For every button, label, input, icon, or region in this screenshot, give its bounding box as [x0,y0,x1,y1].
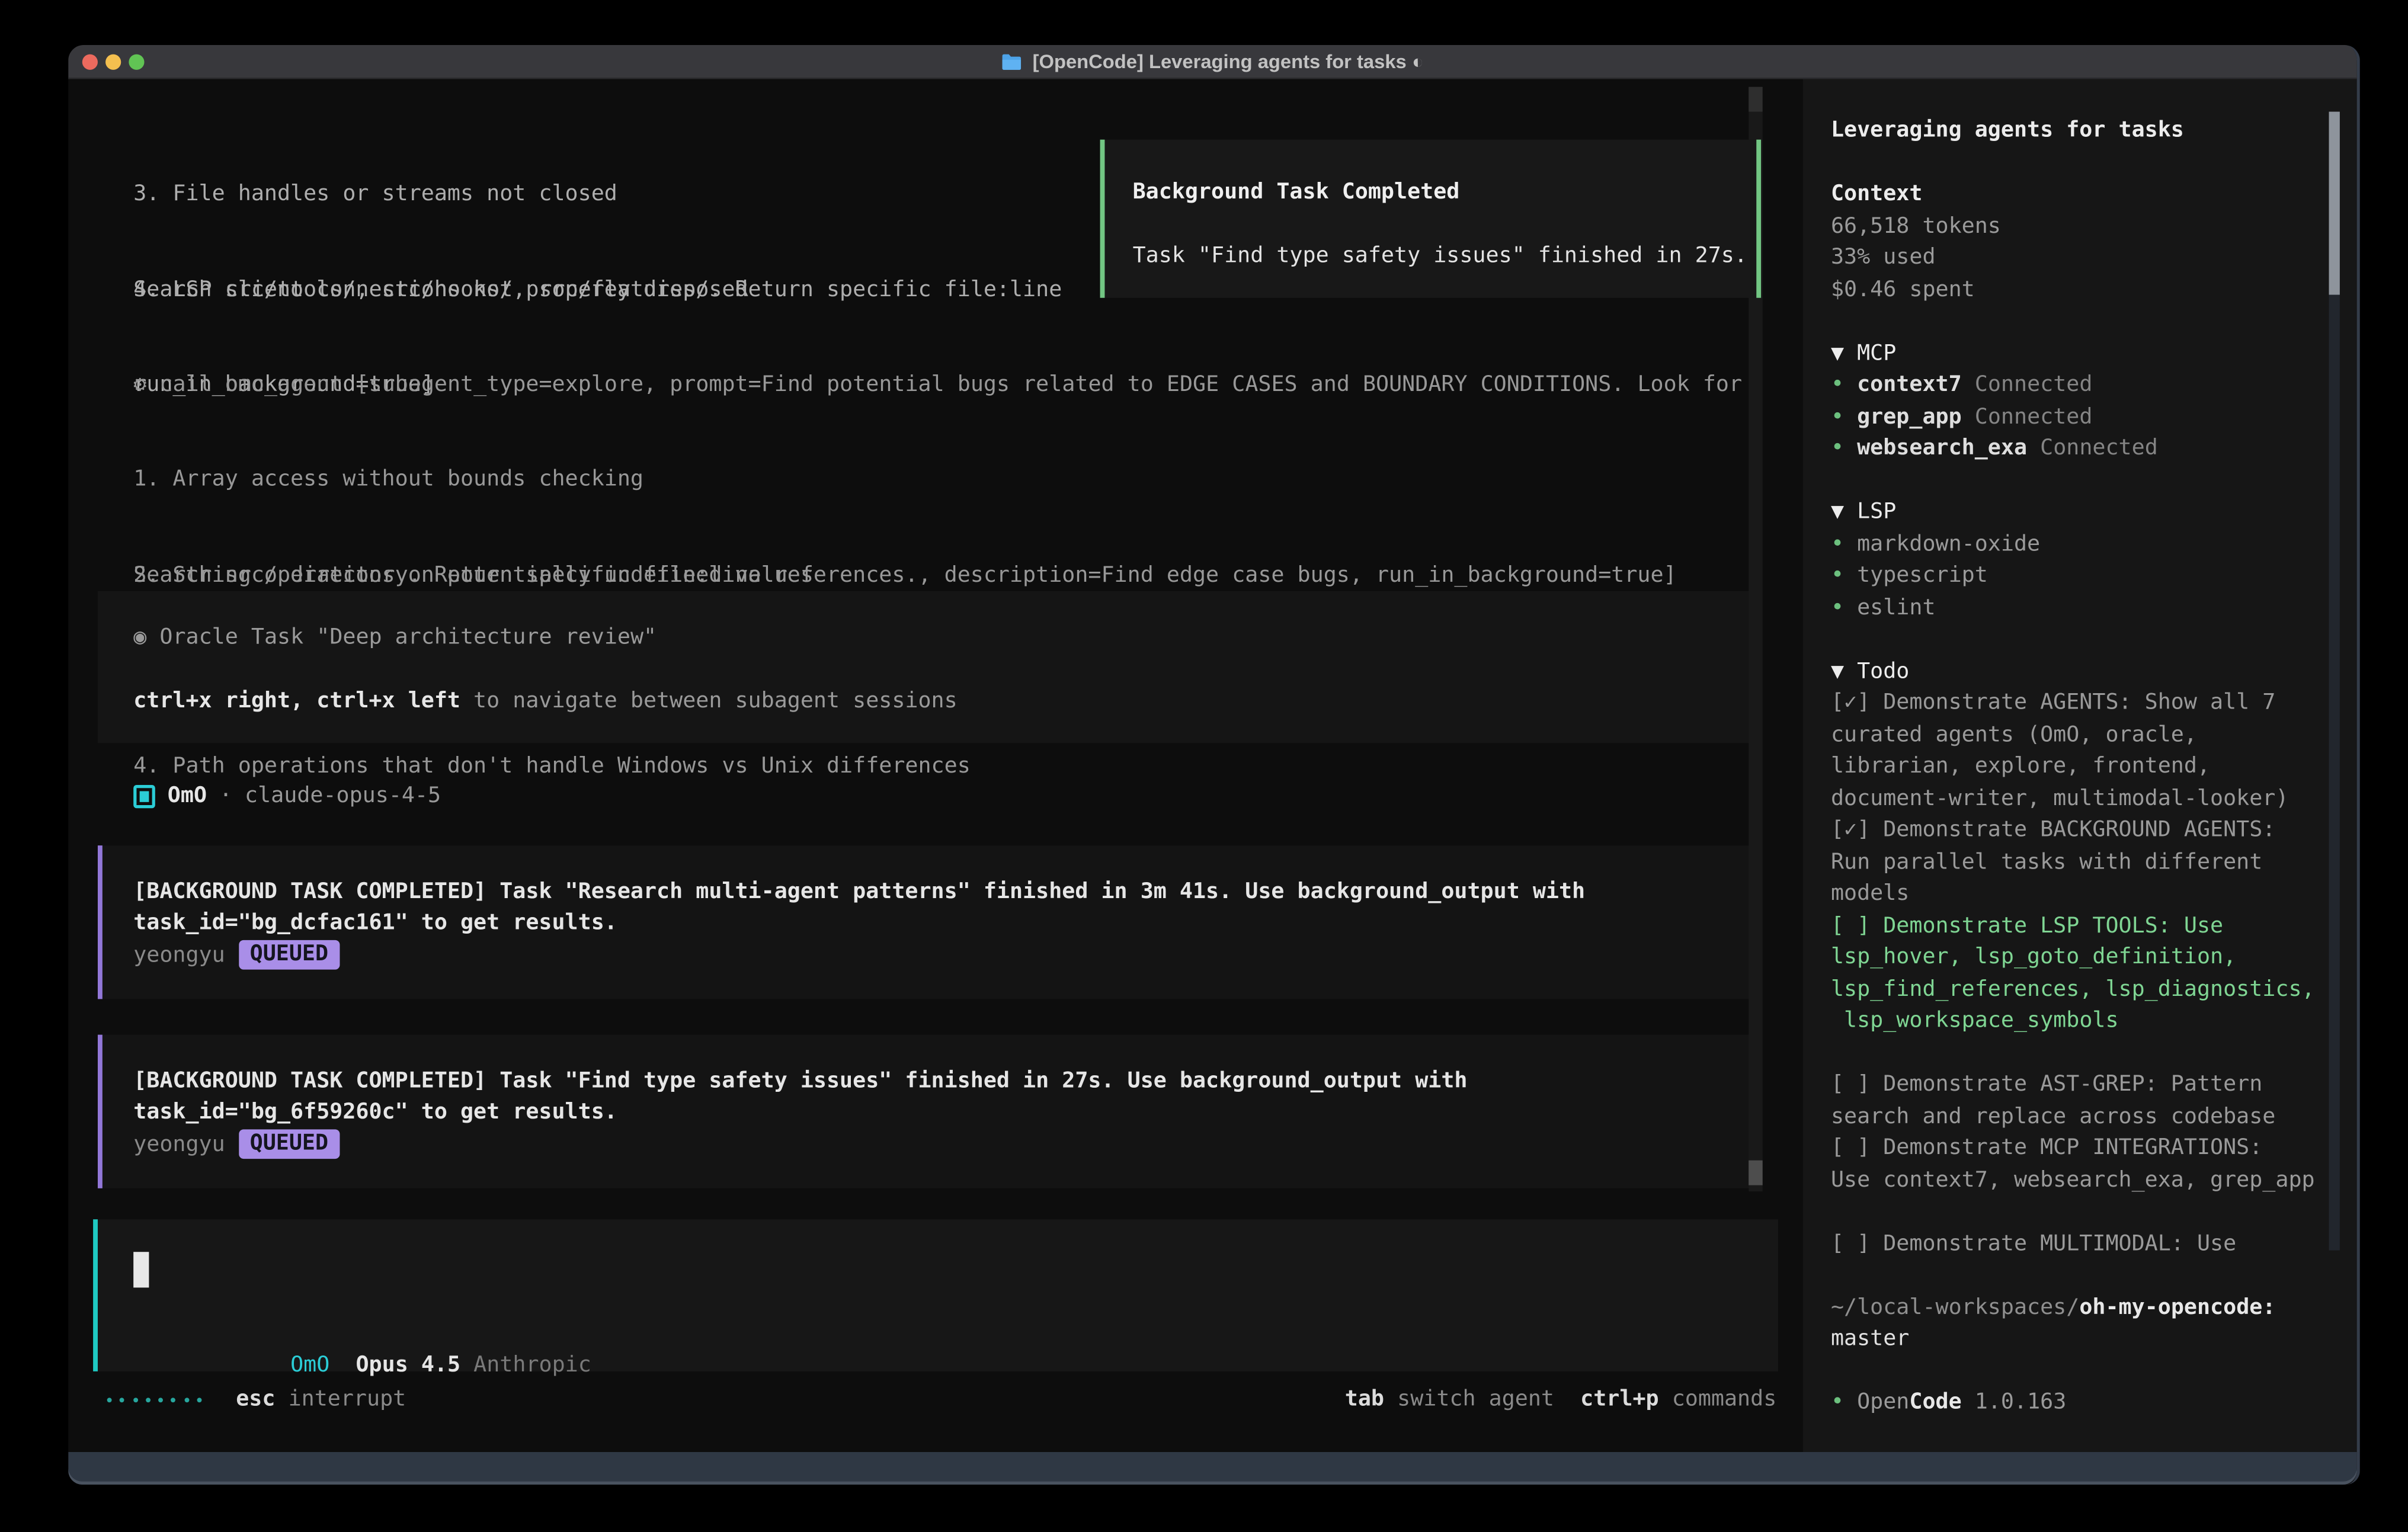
tool-call-item: 4. Path operations that don't handle Win… [133,750,1742,782]
tool-call-head: call_omo_agent [subagent_type=explore, p… [159,371,1742,396]
lsp-item: typescript [1831,560,2327,592]
spinner-dots-icon [107,1398,202,1402]
separator-dot: · [219,780,232,812]
lsp-section-header[interactable]: LSP [1831,496,2327,528]
agent-model: claude-opus-4-5 [245,780,441,812]
background-task-message: [BACKGROUND TASK COMPLETED] Task "Resear… [98,845,1751,999]
background-task-message: [BACKGROUND TASK COMPLETED] Task "Find t… [98,1035,1751,1188]
folder-icon [1001,52,1023,70]
mcp-item: grep_app Connected [1831,401,2327,433]
tool-call-item: 1. Array access without bounds checking [133,464,1742,496]
context-spent: $0.46 spent [1831,274,2327,306]
titlebar[interactable]: [OpenCode] Leveraging agents for tasks ◐ [68,45,2356,79]
oracle-task-panel: ◉ Oracle Task "Deep architecture review"… [98,591,1751,743]
mcp-item: context7 Connected [1831,369,2327,401]
desktop: [OpenCode] Leveraging agents for tasks ◐… [0,0,2408,1532]
context-heading: Context [1831,178,2327,210]
session-sidebar: Leveraging agents for tasks Context 66,5… [1803,79,2357,1452]
todo-item: [ ] Demonstrate AST-GREP: Pattern search… [1831,1069,2327,1132]
fisheye-icon: ◉ [133,625,146,650]
notification-title: Background Task Completed [1133,177,1757,209]
opencode-window: [OpenCode] Leveraging agents for tasks ◐… [68,45,2360,1485]
zoom-button[interactable] [129,55,144,70]
chat-area: 3. File handles or streams not closed 4.… [68,79,1803,1452]
todo-item: [ ] Demonstrate MULTIMODAL: Use [1831,1228,2327,1260]
chat-scrollbar-thumb-top[interactable] [1749,87,1763,112]
sidebar-scrollbar-thumb[interactable] [2329,112,2340,295]
todo-item-active: [ ] Demonstrate LSP TOOLS: Use lsp_hover… [1831,910,2327,1037]
background-task-notification: Background Task Completed Task "Find typ… [1100,140,1762,298]
ctrlp-key-label: commands [1672,1384,1777,1416]
workspace-branch: master [1831,1323,2327,1355]
todo-item: [✓] Demonstrate BACKGROUND AGENTS: Run p… [1831,815,2327,910]
window-title: [OpenCode] Leveraging agents for tasks ◐ [1033,45,1424,78]
session-title: Leveraging agents for tasks [1831,115,2327,147]
opencode-version: OpenCode 1.0.163 [1831,1387,2327,1419]
oracle-task-title: Oracle Task "Deep architecture review" [159,625,657,650]
input-model: Opus 4.5 [356,1352,460,1377]
input-provider: Anthropic [473,1352,591,1377]
context-tokens: 66,518 tokens [1831,210,2327,242]
esc-key-hint: esc [236,1384,275,1416]
task-user: yeongyu [133,940,225,972]
lsp-item: markdown-oxide [1831,528,2327,560]
agent-header: OmO · claude-opus-4-5 [133,780,441,812]
keyboard-hint-keys: ctrl+x right, ctrl+x left [133,689,460,714]
chat-scrollbar-thumb-bottom[interactable] [1749,1161,1763,1185]
omo-agent-icon [133,784,155,807]
task-user: yeongyu [133,1129,225,1161]
text-cursor [133,1252,149,1287]
input-agent-name: OmO [290,1352,329,1377]
tab-key-hint: tab [1345,1384,1384,1416]
keyboard-hint-text: to navigate between subagent sessions [460,689,958,714]
mcp-item: websearch_exa Connected [1831,433,2327,465]
todo-item: [✓] Demonstrate AGENTS: Show all 7 curat… [1831,687,2327,815]
close-button[interactable] [82,55,98,70]
lsp-item: eslint [1831,592,2327,624]
status-bar: esc interrupt tab switch agent ctrl+p co… [107,1384,1777,1416]
agent-name: OmO [168,780,207,812]
todo-item: [ ] Demonstrate MCP INTEGRATIONS: Use co… [1831,1133,2327,1196]
ctrlp-key-hint: ctrl+p [1580,1384,1658,1416]
tab-key-label: switch agent [1397,1384,1554,1416]
todo-section-header[interactable]: Todo [1831,655,2327,687]
esc-key-label: interrupt [289,1384,406,1416]
minimize-button[interactable] [105,55,121,70]
context-used: 33% used [1831,242,2327,274]
prompt-input[interactable]: OmO Opus 4.5 Anthropic [93,1219,1778,1371]
mcp-section-header[interactable]: MCP [1831,338,2327,370]
traffic-lights [82,55,145,70]
gear-icon: ⚙ [133,371,146,396]
window-bottom-frame [68,1452,2356,1485]
notification-body: Task "Find type safety issues" finished … [1133,241,1757,273]
workspace-path: ~/local-workspaces/oh-my-opencode: [1831,1291,2327,1323]
status-badge: QUEUED [239,941,339,970]
status-badge: QUEUED [239,1130,339,1159]
